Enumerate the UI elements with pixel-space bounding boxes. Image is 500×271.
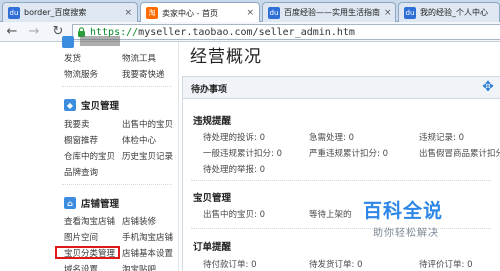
items-on-sale-count[interactable]: 出售中的宝贝: 0	[203, 208, 265, 220]
browser-tab-my-jingyan[interactable]: du 我的经验_个人中心	[398, 2, 500, 22]
browser-toolbar: ← → ↻ https://myseller.taobao.com/seller…	[0, 22, 500, 42]
baidu-favicon-icon: du	[268, 6, 280, 19]
browser-tab-bar: du border_百度搜索 × 淘 卖家中心 - 首页 × du 百度经验——…	[0, 0, 500, 23]
close-tab-icon[interactable]: ×	[242, 8, 254, 18]
items-awaiting-listing[interactable]: 等待上架的	[309, 208, 352, 220]
reports-pending[interactable]: 待处理的举报: 0	[203, 163, 265, 175]
browser-tab-baidu-search[interactable]: du border_百度搜索 ×	[2, 2, 138, 22]
taobao-favicon-icon: 淘	[146, 7, 158, 19]
divider	[191, 180, 491, 181]
divider	[62, 86, 172, 87]
logistics-section-title-clipped	[80, 36, 120, 46]
group-title-violations: 违规提醒	[193, 116, 232, 127]
urgent-pending[interactable]: 急需处理: 0	[309, 131, 354, 143]
orders-awaiting-shipment[interactable]: 待发货订单: 0	[309, 258, 362, 270]
divider	[62, 184, 172, 185]
browser-tab-seller-center[interactable]: 淘 卖家中心 - 首页 ×	[140, 2, 260, 23]
tag-icon: ◆	[64, 99, 76, 111]
sidebar-link-store-basic-settings[interactable]: 店铺基本设置	[122, 247, 173, 259]
sidebar-link-brand-lookup[interactable]: 品牌查询	[64, 166, 98, 178]
sidebar-link-item-history[interactable]: 历史宝贝记录	[122, 150, 173, 162]
complaints-pending[interactable]: 待处理的投诉: 0	[203, 131, 265, 143]
sidebar-link-ship[interactable]: 发货	[64, 52, 81, 64]
sidebar-link-send-express[interactable]: 我要寄快递	[122, 68, 165, 80]
sidebar-link-taobao-tieba[interactable]: 淘宝贴吧	[122, 263, 156, 271]
sidebar-link-view-store[interactable]: 查看淘宝店铺	[64, 215, 115, 227]
sidebar-link-sell[interactable]: 我要卖	[64, 118, 90, 130]
section-title-item-management: ◆ 宝贝管理	[64, 98, 119, 112]
sidebar-link-showcase[interactable]: 橱窗推荐	[64, 134, 98, 146]
sidebar-link-mobile-store[interactable]: 手机淘宝店铺	[122, 231, 173, 243]
panel-title: 待办事项	[191, 85, 228, 95]
section-title-label: 宝贝管理	[81, 101, 120, 112]
browser-tab-baidu-jingyan[interactable]: du 百度经验——实用生活指南 ×	[262, 2, 396, 22]
highlight-box	[55, 246, 120, 259]
serious-violation-points[interactable]: 严重违规累计扣分: 0	[309, 147, 388, 159]
group-title-orders: 订单提醒	[193, 242, 232, 253]
close-tab-icon[interactable]: ×	[380, 8, 392, 18]
tab-title: border_百度搜索	[24, 8, 87, 17]
group-title-items: 宝贝管理	[193, 193, 232, 204]
close-tab-icon[interactable]: ×	[120, 8, 132, 18]
sidebar-link-logistics-service[interactable]: 物流服务	[64, 68, 98, 80]
sidebar-link-items-in-warehouse[interactable]: 仓库中的宝贝	[64, 150, 115, 162]
todo-panel-header: 待办事项 ✥	[183, 77, 500, 99]
tab-title: 百度经验——实用生活指南	[284, 8, 380, 17]
tab-title: 我的经验_个人中心	[420, 8, 488, 17]
back-arrow-icon[interactable]: ←	[4, 24, 20, 40]
baidu-favicon-icon: du	[404, 6, 416, 19]
orders-awaiting-review[interactable]: 待评价订单: 0	[419, 258, 472, 270]
sidebar-link-logistics-tools[interactable]: 物流工具	[122, 52, 156, 64]
violation-records[interactable]: 违规记录: 0	[419, 131, 464, 143]
sidebar-link-health-center[interactable]: 体检中心	[122, 134, 156, 146]
sidebar-link-store-decoration[interactable]: 店铺装修	[122, 215, 156, 227]
address-bar[interactable]: https://myseller.taobao.com/seller_admin…	[72, 24, 500, 40]
general-violation-points[interactable]: 一般违规累计扣分: 0	[203, 147, 282, 159]
page-title: 经营概况	[190, 47, 262, 67]
seller-sidebar: 发货 物流工具 物流服务 我要寄快递 ◆ 宝贝管理 我要卖 出售中的宝贝 橱窗推…	[54, 36, 179, 271]
counterfeit-violation-points[interactable]: 出售假冒商品累计扣分: 0	[419, 147, 500, 159]
watermark-main-text: 百科全说	[363, 200, 444, 222]
section-title-label: 店铺管理	[81, 199, 120, 210]
tab-title: 卖家中心 - 首页	[162, 8, 218, 18]
url-text: myseller.taobao.com/seller_admin.htm	[138, 26, 355, 38]
store-icon: ⌂	[64, 197, 76, 209]
baike-watermark-logo: 百科全说 助你轻松解决	[363, 196, 467, 242]
watermark-sub-text: 助你轻松解决	[373, 228, 439, 239]
sidebar-link-domain-settings[interactable]: 域名设置	[64, 263, 98, 271]
move-icon[interactable]: ✥	[481, 80, 495, 94]
forward-arrow-icon[interactable]: →	[26, 24, 42, 40]
logistics-icon	[62, 36, 74, 48]
sidebar-link-items-on-sale[interactable]: 出售中的宝贝	[122, 118, 173, 130]
orders-awaiting-payment[interactable]: 待付款订单: 0	[203, 258, 256, 270]
sidebar-link-image-space[interactable]: 图片空间	[64, 231, 98, 243]
baidu-favicon-icon: du	[8, 6, 20, 19]
section-title-store-management: ⌂ 店铺管理	[64, 196, 119, 210]
